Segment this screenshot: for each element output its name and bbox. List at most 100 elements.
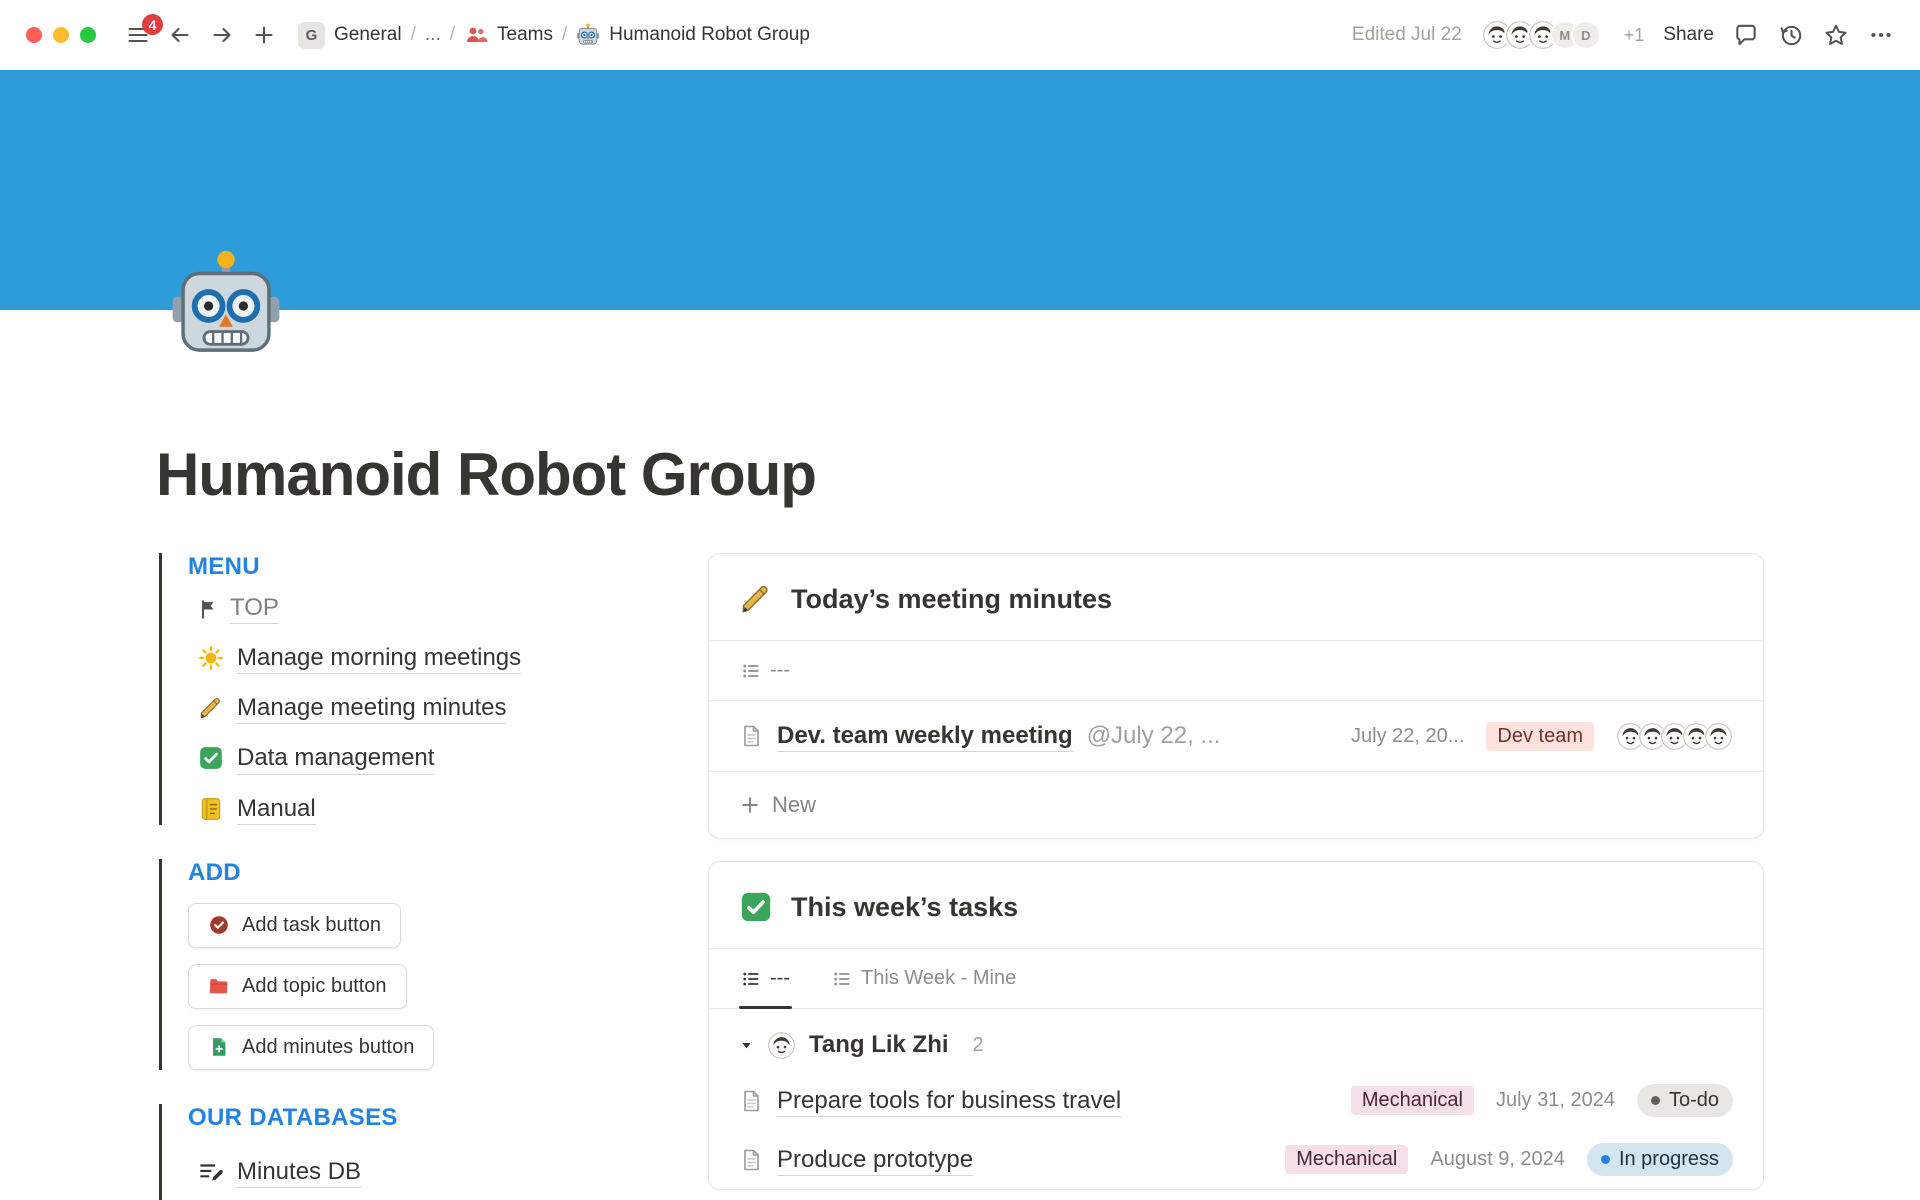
add-task-button-label: Add task button xyxy=(242,914,381,937)
arrow-right-icon xyxy=(210,23,234,47)
avatar[interactable]: D xyxy=(1571,20,1601,50)
comments-icon[interactable] xyxy=(1733,22,1759,48)
menu-item-data-management[interactable]: Data management xyxy=(188,742,644,774)
page-body: Humanoid Robot Group MENU TOP Manage mor… xyxy=(0,248,1920,1200)
green-doc-plus-icon xyxy=(208,1036,230,1058)
databases-section: OUR DATABASES Minutes DB xyxy=(159,1104,644,1200)
tasks-view-tabs: --- This Week - Mine xyxy=(709,948,1763,1009)
tasks-view-tab-label: --- xyxy=(770,967,790,990)
tasks-view-tab-default[interactable]: --- xyxy=(739,949,792,1008)
titlebar: 4 G General / ... / Teams / Humanoid Rob… xyxy=(0,0,1920,70)
task-row-properties: Mechanical August 9, 2024 In progress xyxy=(1285,1143,1733,1176)
overflow-members-count[interactable]: +1 xyxy=(1624,25,1645,46)
notification-badge: 4 xyxy=(142,14,163,35)
weekly-tasks-card: This week’s tasks --- This Week - Mine xyxy=(708,861,1764,1190)
weekly-tasks-card-title[interactable]: This week’s tasks xyxy=(791,892,1018,923)
page-doc-icon xyxy=(739,724,763,748)
history-icon[interactable] xyxy=(1778,22,1804,48)
task-row[interactable]: Prepare tools for business travel Mechan… xyxy=(709,1071,1763,1130)
sun-icon xyxy=(198,645,224,671)
task-title[interactable]: Prepare tools for business travel xyxy=(777,1085,1121,1117)
minutes-view-tab-label: --- xyxy=(770,659,790,682)
plus-icon xyxy=(739,794,761,816)
list-pencil-icon xyxy=(198,1159,224,1185)
more-options-icon[interactable] xyxy=(1868,22,1894,48)
teams-people-icon xyxy=(464,23,488,47)
page-title: Humanoid Robot Group xyxy=(156,440,1920,509)
add-topic-button[interactable]: Add topic button xyxy=(188,964,407,1009)
breadcrumb-general[interactable]: General xyxy=(334,24,402,46)
status-dot xyxy=(1601,1155,1610,1164)
assignee-avatar-icon xyxy=(768,1032,795,1059)
task-due-date: August 9, 2024 xyxy=(1430,1148,1565,1171)
check-circle-icon xyxy=(208,914,230,936)
task-row[interactable]: Produce prototype Mechanical August 9, 2… xyxy=(709,1130,1763,1189)
new-tab-button[interactable] xyxy=(246,17,282,53)
back-button[interactable] xyxy=(162,17,198,53)
breadcrumb-ellipsis[interactable]: ... xyxy=(425,24,441,46)
minutes-view-tab[interactable]: --- xyxy=(739,641,792,700)
task-due-date: July 31, 2024 xyxy=(1496,1089,1615,1112)
tasks-view-tab-label: This Week - Mine xyxy=(861,967,1016,990)
flag-icon xyxy=(198,598,220,620)
list-view-icon xyxy=(832,969,852,989)
task-title[interactable]: Produce prototype xyxy=(777,1144,973,1176)
menu-item-label: Manage morning meetings xyxy=(237,642,521,674)
zoom-window-button[interactable] xyxy=(80,27,96,43)
menu-item-label: Manage meeting minutes xyxy=(237,692,506,724)
collapse-triangle-icon[interactable] xyxy=(739,1038,754,1053)
red-folder-icon xyxy=(208,975,230,997)
meeting-date: July 22, 20... xyxy=(1351,725,1464,748)
category-tag: Mechanical xyxy=(1285,1145,1408,1174)
menu-item-label: Data management xyxy=(237,742,434,774)
minutes-db-link[interactable]: Minutes DB xyxy=(188,1156,644,1188)
close-window-button[interactable] xyxy=(26,27,42,43)
minimize-window-button[interactable] xyxy=(53,27,69,43)
meeting-row[interactable]: Dev. team weekly meeting @July 22, ... J… xyxy=(709,701,1763,771)
breadcrumb-teams[interactable]: Teams xyxy=(497,24,553,46)
meeting-attendee-avatars xyxy=(1616,722,1733,751)
add-section: ADD Add task button Add topic button Add… xyxy=(159,859,644,1070)
add-minutes-button[interactable]: Add minutes button xyxy=(188,1025,434,1070)
list-view-icon xyxy=(741,661,761,681)
meeting-minutes-card-title[interactable]: Today’s meeting minutes xyxy=(791,584,1112,615)
forward-button[interactable] xyxy=(204,17,240,53)
face-avatar-icon xyxy=(1705,723,1732,750)
favorite-star-icon[interactable] xyxy=(1823,22,1849,48)
member-avatars: M D xyxy=(1481,19,1601,51)
add-task-button[interactable]: Add task button xyxy=(188,903,401,948)
tasks-view-tab-this-week-mine[interactable]: This Week - Mine xyxy=(830,949,1018,1008)
meeting-row-properties: July 22, 20... Dev team xyxy=(1351,722,1733,751)
add-minutes-button-label: Add minutes button xyxy=(242,1036,414,1059)
add-topic-button-label: Add topic button xyxy=(242,975,387,998)
menu-item-manage-meeting-minutes[interactable]: Manage meeting minutes xyxy=(188,692,644,724)
green-check-icon xyxy=(739,890,773,924)
top-link-label: TOP xyxy=(230,593,279,624)
minutes-db-block: Minutes DB xyxy=(188,1132,644,1200)
workspace-icon[interactable]: G xyxy=(298,22,325,49)
task-row-properties: Mechanical July 31, 2024 To-do xyxy=(1351,1084,1733,1117)
status-badge: To-do xyxy=(1637,1084,1733,1117)
meeting-date-mention: @July 22, ... xyxy=(1087,722,1221,750)
page-icon-robot[interactable] xyxy=(168,248,284,364)
menu-top-link[interactable]: TOP xyxy=(188,593,644,624)
menu-item-manual[interactable]: Manual xyxy=(188,793,644,825)
assignee-name[interactable]: Tang Lik Zhi xyxy=(809,1031,949,1059)
robot-icon xyxy=(168,248,284,364)
avatar-initial: D xyxy=(1573,22,1599,48)
meeting-minutes-card: Today’s meeting minutes --- Dev. team we… xyxy=(708,553,1764,839)
menu-heading: MENU xyxy=(188,553,644,581)
menu-section: MENU TOP Manage morning meetings Manage … xyxy=(159,553,644,825)
databases-heading: OUR DATABASES xyxy=(188,1104,644,1132)
new-meeting-button[interactable]: New xyxy=(709,771,1763,838)
writing-hand-icon xyxy=(198,695,224,721)
new-meeting-label: New xyxy=(772,792,816,818)
content-columns: MENU TOP Manage morning meetings Manage … xyxy=(156,553,1764,1200)
meeting-title[interactable]: Dev. team weekly meeting xyxy=(777,720,1073,752)
status-label: In progress xyxy=(1619,1148,1719,1171)
share-button[interactable]: Share xyxy=(1663,24,1714,46)
breadcrumb-current-page[interactable]: Humanoid Robot Group xyxy=(609,24,810,46)
menu-item-manage-morning-meetings[interactable]: Manage morning meetings xyxy=(188,642,644,674)
arrow-left-icon xyxy=(168,23,192,47)
sidebar-toggle-button[interactable]: 4 xyxy=(120,17,156,53)
